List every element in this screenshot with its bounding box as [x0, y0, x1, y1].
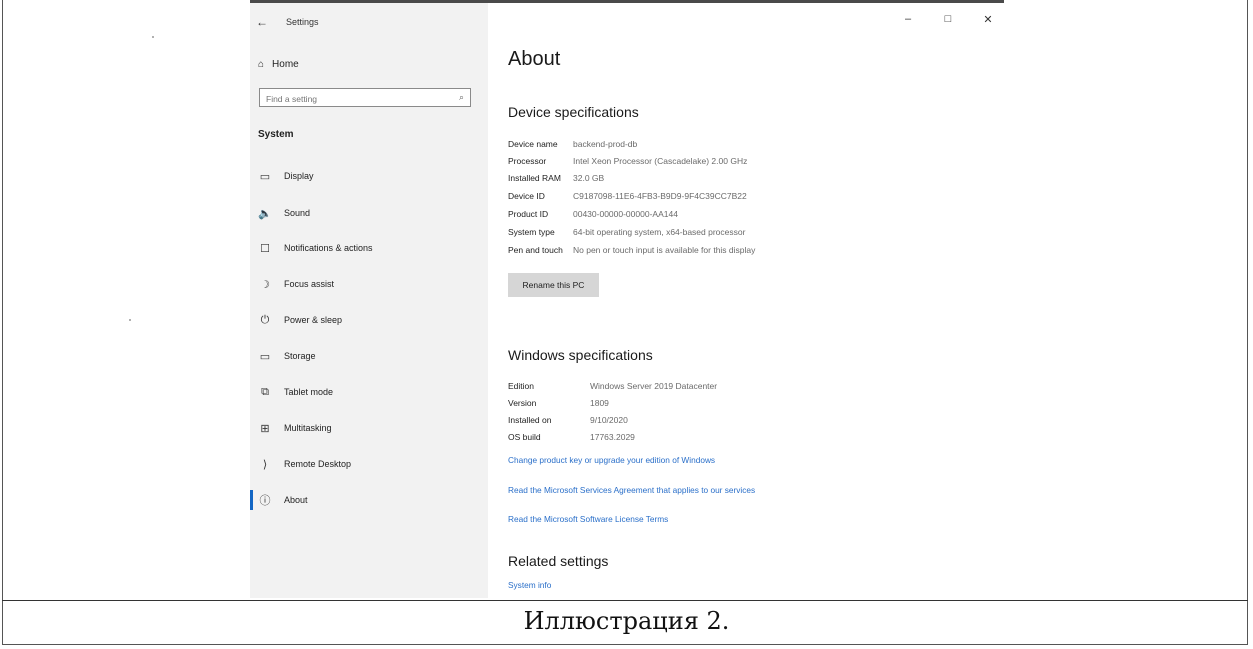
- sidebar-item-label: About: [284, 495, 308, 505]
- spec-row: Device ID C9187098-11E6-4FB3-B9D9-9F4C39…: [508, 191, 747, 205]
- focus-assist-icon: ☽: [260, 278, 270, 291]
- sidebar-item-label: Display: [284, 171, 314, 181]
- scan-speck: [152, 36, 154, 38]
- spec-value: 32.0 GB: [573, 173, 605, 183]
- change-product-key-link[interactable]: Change product key or upgrade your editi…: [508, 455, 715, 465]
- spec-value: 00430-00000-00000-AA144: [573, 209, 678, 219]
- page-title: About: [508, 48, 561, 70]
- related-settings-heading: Related settings: [508, 553, 609, 569]
- home-label: Home: [272, 59, 299, 70]
- sidebar-item-power-sleep[interactable]: ⏻ Power & sleep: [258, 311, 342, 329]
- spec-key: Device ID: [508, 191, 545, 201]
- spec-key: OS build: [508, 432, 541, 442]
- search-icon: ⌕: [458, 92, 464, 102]
- spec-value: 9/10/2020: [590, 415, 628, 425]
- tablet-mode-icon: ⧉: [261, 385, 269, 398]
- sound-icon: 🔈: [258, 207, 272, 220]
- display-icon: ▭: [259, 170, 271, 183]
- sidebar-item-label: Notifications & actions: [284, 243, 373, 253]
- sidebar-item-home[interactable]: ⌂ Home: [258, 59, 299, 70]
- sidebar-item-label: Sound: [284, 208, 311, 218]
- services-agreement-link[interactable]: Read the Microsoft Services Agreement th…: [508, 485, 755, 495]
- spec-row: Processor Intel Xeon Processor (Cascadel…: [508, 156, 747, 170]
- sidebar-item-storage[interactable]: ▭ Storage: [258, 347, 316, 365]
- sidebar-item-label: Remote Desktop: [284, 459, 352, 469]
- spec-key: Installed RAM: [508, 173, 561, 183]
- figure-caption: Иллюстрация 2.: [523, 607, 730, 635]
- sidebar-item-label: Tablet mode: [284, 387, 334, 397]
- window-title: Settings: [286, 17, 319, 27]
- spec-value: backend-prod-db: [573, 139, 638, 149]
- spec-key: Edition: [508, 381, 534, 391]
- sidebar-item-display[interactable]: ▭ Display: [258, 167, 314, 185]
- sidebar-item-label: Focus assist: [284, 279, 335, 289]
- spec-key: System type: [508, 227, 555, 237]
- remote-desktop-icon: ⟩: [262, 458, 268, 471]
- scan-speck: [129, 319, 131, 321]
- spec-key: Pen and touch: [508, 245, 563, 255]
- figure-divider: [2, 600, 1248, 601]
- license-terms-link[interactable]: Read the Microsoft Software License Term…: [508, 514, 668, 524]
- sidebar-item-label: Power & sleep: [284, 315, 343, 325]
- windows-specs-heading: Windows specifications: [508, 347, 653, 363]
- home-icon: ⌂: [258, 59, 265, 70]
- sidebar-item-multitasking[interactable]: ⊞ Multitasking: [258, 419, 332, 437]
- main-content: About Device specifications Device name …: [508, 0, 988, 598]
- settings-window: ⌂ Home ⌕ System ▭ Display 🔈 Sound ☐ Noti…: [250, 0, 1004, 598]
- spec-row: Version 1809: [508, 398, 609, 412]
- spec-row: Edition Windows Server 2019 Datacenter: [508, 381, 717, 395]
- about-icon: ⓘ: [259, 495, 271, 507]
- sidebar-item-label: Multitasking: [284, 423, 332, 433]
- section-title: System: [258, 129, 294, 140]
- device-specs-heading: Device specifications: [508, 104, 639, 120]
- selected-indicator: [250, 490, 253, 510]
- sidebar-item-focus-assist[interactable]: ☽ Focus assist: [258, 275, 334, 293]
- spec-key: Installed on: [508, 415, 552, 425]
- spec-row: OS build 17763.2029: [508, 432, 635, 446]
- sidebar-item-sound[interactable]: 🔈 Sound: [258, 204, 310, 222]
- spec-value: C9187098-11E6-4FB3-B9D9-9F4C39CC7B22: [573, 191, 747, 201]
- sidebar-item-label: Storage: [284, 351, 316, 361]
- spec-key: Processor: [508, 156, 547, 166]
- sidebar-item-notifications[interactable]: ☐ Notifications & actions: [258, 239, 373, 257]
- spec-value: Windows Server 2019 Datacenter: [590, 381, 718, 391]
- spec-key: Version: [508, 398, 537, 408]
- sidebar: ⌂ Home ⌕ System ▭ Display 🔈 Sound ☐ Noti…: [250, 3, 488, 598]
- system-info-link[interactable]: System info: [508, 580, 551, 590]
- spec-value: Intel Xeon Processor (Cascadelake) 2.00 …: [573, 156, 748, 166]
- spec-value: 1809: [590, 398, 609, 408]
- spec-value: 17763.2029: [590, 432, 635, 442]
- spec-row: Pen and touch No pen or touch input is a…: [508, 245, 755, 259]
- sidebar-item-remote-desktop[interactable]: ⟩ Remote Desktop: [258, 455, 351, 473]
- spec-key: Product ID: [508, 209, 549, 219]
- spec-row: Product ID 00430-00000-00000-AA144: [508, 209, 678, 223]
- multitasking-icon: ⊞: [260, 422, 270, 435]
- spec-row: System type 64-bit operating system, x64…: [508, 227, 745, 241]
- search-input[interactable]: [260, 90, 452, 108]
- spec-row: Installed on 9/10/2020: [508, 415, 628, 429]
- spec-key: Device name: [508, 139, 558, 149]
- power-icon: ⏻: [260, 313, 270, 326]
- search-box[interactable]: ⌕: [259, 88, 471, 108]
- spec-row: Device name backend-prod-db: [508, 139, 637, 153]
- back-arrow-icon[interactable]: ←: [256, 15, 268, 29]
- spec-value: No pen or touch input is available for t…: [573, 245, 756, 255]
- sidebar-item-about[interactable]: ⓘ About: [250, 490, 308, 510]
- spec-value: 64-bit operating system, x64-based proce…: [573, 227, 746, 237]
- storage-icon: ▭: [259, 350, 271, 363]
- spec-row: Installed RAM 32.0 GB: [508, 173, 604, 187]
- rename-pc-button[interactable]: Rename this PC: [508, 273, 599, 297]
- sidebar-item-tablet-mode[interactable]: ⧉ Tablet mode: [258, 383, 333, 401]
- notifications-icon: ☐: [260, 242, 270, 255]
